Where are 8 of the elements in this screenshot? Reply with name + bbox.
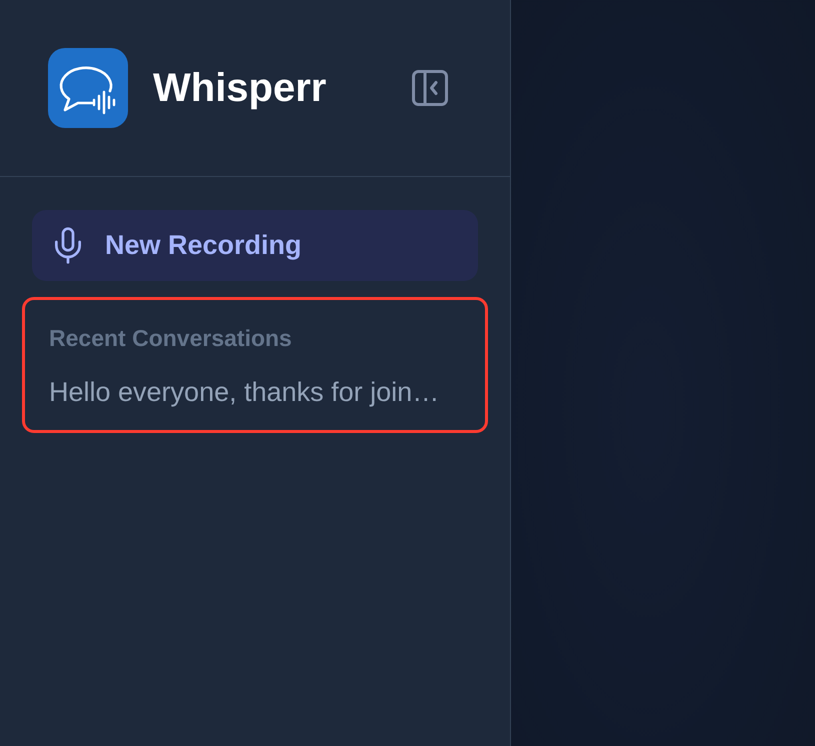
panel-collapse-icon bbox=[412, 70, 448, 106]
section-heading: Recent Conversations bbox=[48, 324, 293, 353]
new-recording-button[interactable]: New Recording bbox=[32, 210, 478, 281]
conversation-item[interactable]: Hello everyone, thanks for join… bbox=[39, 374, 475, 410]
collapse-sidebar-button[interactable] bbox=[412, 70, 448, 106]
microphone-icon bbox=[55, 227, 81, 264]
app-title: Whisperr bbox=[153, 66, 326, 110]
speech-bubble-logo-icon bbox=[48, 48, 128, 128]
